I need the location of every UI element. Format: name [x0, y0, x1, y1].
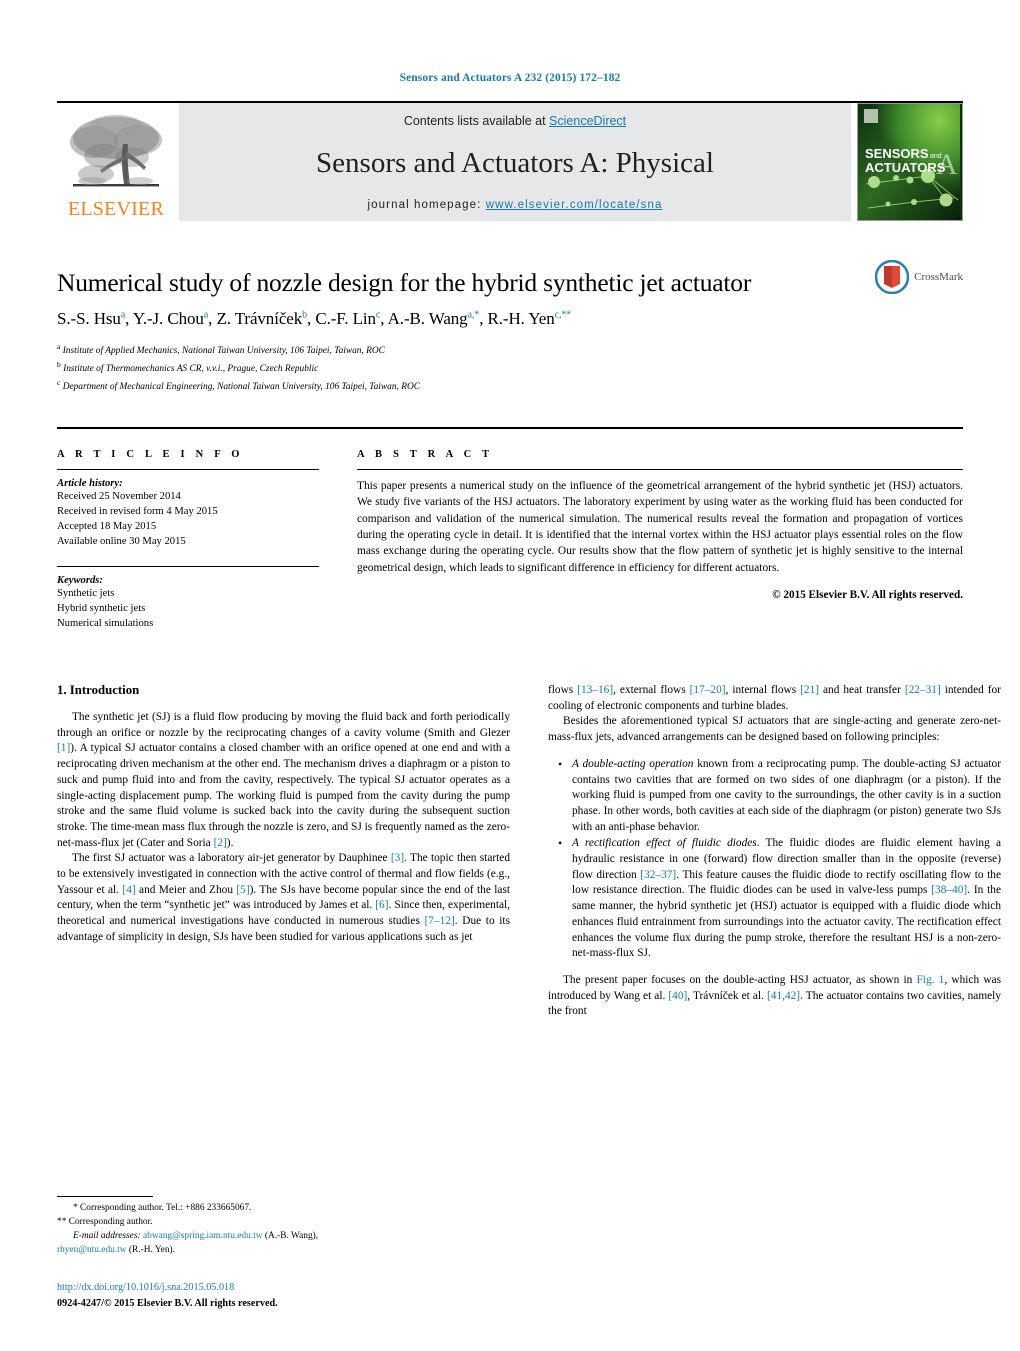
affiliation-text: Institute of Applied Mechanics, National… [62, 345, 385, 356]
list-item: A rectification effect of fluidic diodes… [558, 835, 1001, 962]
affiliation-item: a Institute of Applied Mechanics, Nation… [57, 341, 963, 359]
running-head: Sensors and Actuators A 232 (2015) 172–1… [399, 72, 621, 84]
journal-title: Sensors and Actuators A: Physical [316, 147, 714, 179]
elsevier-logo: ELSEVIER [57, 103, 175, 221]
keywords-label: Keywords: [57, 574, 103, 586]
history-item: Available online 30 May 2015 [57, 535, 186, 547]
journal-cover-thumbnail: SENSORS and ACTUATORS A [857, 103, 963, 221]
crossmark-label: CrossMark [914, 271, 963, 283]
article-info-heading: A R T I C L E I N F O [57, 448, 244, 460]
journal-homepage-link[interactable]: www.elsevier.com/locate/sna [486, 199, 663, 211]
copyright-line: © 2015 Elsevier B.V. All rights reserved… [772, 589, 963, 602]
journal-band-center: Contents lists available at ScienceDirec… [179, 103, 851, 221]
journal-homepage-line: journal homepage: www.elsevier.com/locat… [368, 199, 663, 211]
info-abstract-region: A R T I C L E I N F O Article history: R… [57, 449, 963, 631]
keywords-list: Synthetic jets Hybrid synthetic jets Num… [57, 586, 319, 631]
paragraph: flows [13–16], external flows [17–20], i… [548, 684, 1001, 712]
journal-header-band: ELSEVIER Contents lists available at Sci… [57, 103, 963, 221]
elsevier-wordmark: ELSEVIER [67, 198, 165, 220]
paragraph: The first SJ actuator was a laboratory a… [57, 852, 511, 943]
author-list: S.-S. Hsua, Y.-J. Choua, Z. Trávníčekb, … [57, 309, 572, 329]
svg-text:ACTUATORS: ACTUATORS [865, 160, 946, 175]
svg-text:A: A [936, 148, 958, 181]
section-heading-introduction: 1. Introduction [57, 683, 140, 698]
info-abstract-top-rule [57, 426, 963, 429]
title-block: CrossMark Numerical study of nozzle desi… [57, 260, 963, 395]
contents-lists-line: Contents lists available at ScienceDirec… [404, 114, 626, 128]
list-item: A double-acting operation known from a r… [558, 756, 1001, 836]
body-right-column: flows [13–16], external flows [17–20], i… [548, 683, 1001, 1020]
history-item: Accepted 18 May 2015 [57, 520, 157, 532]
keywords-rule [57, 565, 319, 567]
paragraph: Besides the aforementioned typical SJ ac… [548, 715, 1001, 744]
crossmark-icon [875, 260, 910, 294]
keyword-item: Hybrid synthetic jets [57, 602, 146, 614]
affiliation-marker: b [57, 359, 61, 369]
footnote-rule [57, 1196, 153, 1198]
affiliation-item: b Institute of Thermomechanics AS CR, v.… [57, 359, 963, 377]
abstract-column: A B S T R A C T This paper presents a nu… [357, 449, 963, 631]
footnote-line[interactable]: E-mail addresses: abwang@spring.iam.ntu.… [57, 1230, 510, 1244]
paragraph: The present paper focuses on the double-… [548, 973, 1001, 1018]
article-history-label: Article history: [57, 477, 123, 489]
body-left-column: 1. Introduction The synthetic jet (SJ) i… [57, 683, 510, 1020]
abstract-rule [357, 468, 963, 470]
article-info-rule [57, 468, 319, 470]
footnote-block: * Corresponding author. Tel.: +886 23366… [57, 1196, 510, 1258]
doi-block: http://dx.doi.org/10.1016/j.sna.2015.05.… [57, 1280, 510, 1311]
svg-text:SENSORS: SENSORS [865, 146, 929, 161]
page-title: Numerical study of nozzle design for the… [57, 268, 752, 297]
history-item: Received in revised form 4 May 2015 [57, 505, 218, 517]
affiliation-item: c Department of Mechanical Engineering, … [57, 377, 963, 395]
elsevier-tree-icon [70, 115, 162, 187]
history-item: Received 25 November 2014 [57, 490, 181, 502]
issn-copyright: 0924-4247/© 2015 Elsevier B.V. All right… [57, 1297, 278, 1309]
footnote-line: ** Corresponding author. [57, 1217, 153, 1228]
article-page: Sensors and Actuators A 232 (2015) 172–1… [0, 0, 1020, 1351]
paragraph: The synthetic jet (SJ) is a fluid flow p… [57, 711, 510, 849]
cover-artwork: SENSORS and ACTUATORS A [858, 104, 960, 220]
article-history-list: Received 25 November 2014 Received in re… [57, 489, 319, 549]
affiliation-marker: c [57, 377, 61, 387]
affiliation-list: a Institute of Applied Mechanics, Nation… [57, 341, 963, 395]
affiliation-text: Department of Mechanical Engineering, Na… [62, 381, 420, 392]
affiliation-text: Institute of Thermomechanics AS CR, v.v.… [63, 363, 319, 374]
abstract-heading: A B S T R A C T [357, 448, 494, 460]
crossmark-badge[interactable]: CrossMark [875, 260, 963, 294]
article-info-column: A R T I C L E I N F O Article history: R… [57, 449, 319, 631]
doi-link[interactable]: http://dx.doi.org/10.1016/j.sna.2015.05.… [57, 1280, 510, 1295]
contents-prefix: Contents lists available at [403, 114, 550, 128]
body-columns: 1. Introduction The synthetic jet (SJ) i… [57, 683, 1001, 1020]
footnote-line[interactable]: rhyen@ntu.edu.tw (R.-H. Yen). [57, 1244, 510, 1258]
footnote-line: * Corresponding author. Tel.: +886 23366… [73, 1203, 252, 1214]
principles-list: A double-acting operation known from a r… [548, 756, 1001, 962]
affiliation-marker: a [57, 341, 61, 351]
sciencedirect-link[interactable]: ScienceDirect [549, 114, 626, 128]
homepage-prefix: journal homepage: [367, 199, 486, 211]
abstract-text: This paper presents a numerical study on… [357, 479, 963, 574]
keyword-item: Synthetic jets [57, 587, 115, 599]
keyword-item: Numerical simulations [57, 617, 154, 629]
